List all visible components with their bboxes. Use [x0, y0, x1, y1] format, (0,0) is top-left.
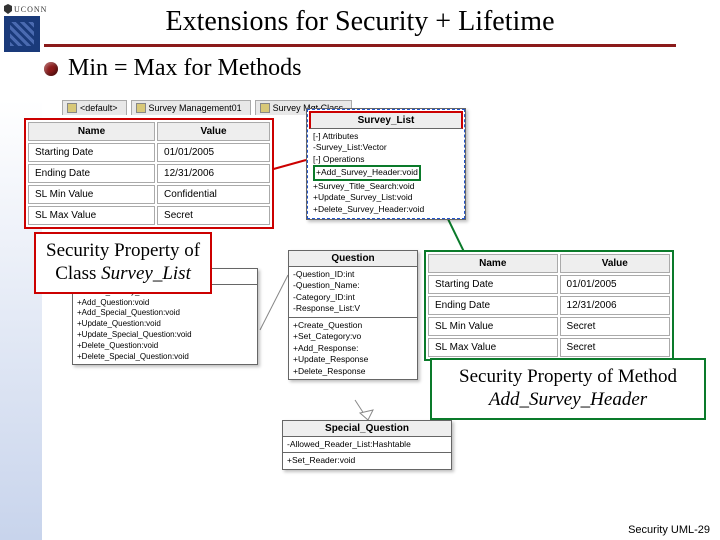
slide-footer: Security UML-29	[628, 524, 710, 536]
bullet-text: Min = Max for Methods	[68, 55, 302, 82]
package-icon	[136, 103, 146, 113]
table-row: Ending Date12/31/2006	[428, 296, 670, 315]
table-row: SL Min ValueConfidential	[28, 185, 270, 204]
table-row: SL Max ValueSecret	[428, 338, 670, 357]
diagram-canvas: <default> Survey Management01 Survey Mgt…	[0, 100, 720, 540]
logo: UCONN	[4, 4, 48, 52]
package-icon	[67, 103, 77, 113]
tab-survey-mgmt[interactable]: Survey Management01	[131, 100, 251, 115]
props-class-table: NameValue Starting Date01/01/2005 Ending…	[24, 118, 274, 229]
brand-text: UCONN	[14, 5, 47, 14]
bullet-row: Min = Max for Methods	[44, 55, 720, 82]
table-row: Starting Date01/01/2005	[28, 143, 270, 162]
tab-default[interactable]: <default>	[62, 100, 127, 115]
package-icon	[260, 103, 270, 113]
table-row: Starting Date01/01/2005	[428, 275, 670, 294]
table-row: Ending Date12/31/2006	[28, 164, 270, 183]
uml-question[interactable]: Question -Question_ID:int -Question_Name…	[288, 250, 418, 380]
uml-special-question[interactable]: Special_Question -Allowed_Reader_List:Ha…	[282, 420, 452, 470]
uml-class-title: Survey_List	[309, 111, 463, 129]
bullet-icon	[44, 62, 58, 76]
table-row: SL Max ValueSecret	[28, 206, 270, 225]
table-row: SL Min ValueSecret	[428, 317, 670, 336]
props-method-table: NameValue Starting Date01/01/2005 Ending…	[424, 250, 674, 361]
logo-mark	[4, 16, 40, 52]
callout-method: Security Property of Method Add_Survey_H…	[430, 358, 706, 420]
shield-icon	[4, 4, 12, 14]
slide-title: Extensions for Security + Lifetime	[0, 0, 720, 38]
uml-survey-list[interactable]: Survey_List [-] Attributes -Survey_List:…	[306, 108, 466, 220]
title-rule	[44, 44, 676, 47]
uml-attrs: [-] Attributes -Survey_List:Vector [-] O…	[309, 129, 463, 217]
callout-class: Security Property of Class Survey_List	[34, 232, 212, 294]
highlighted-op: +Add_Survey_Header:void	[313, 165, 421, 180]
